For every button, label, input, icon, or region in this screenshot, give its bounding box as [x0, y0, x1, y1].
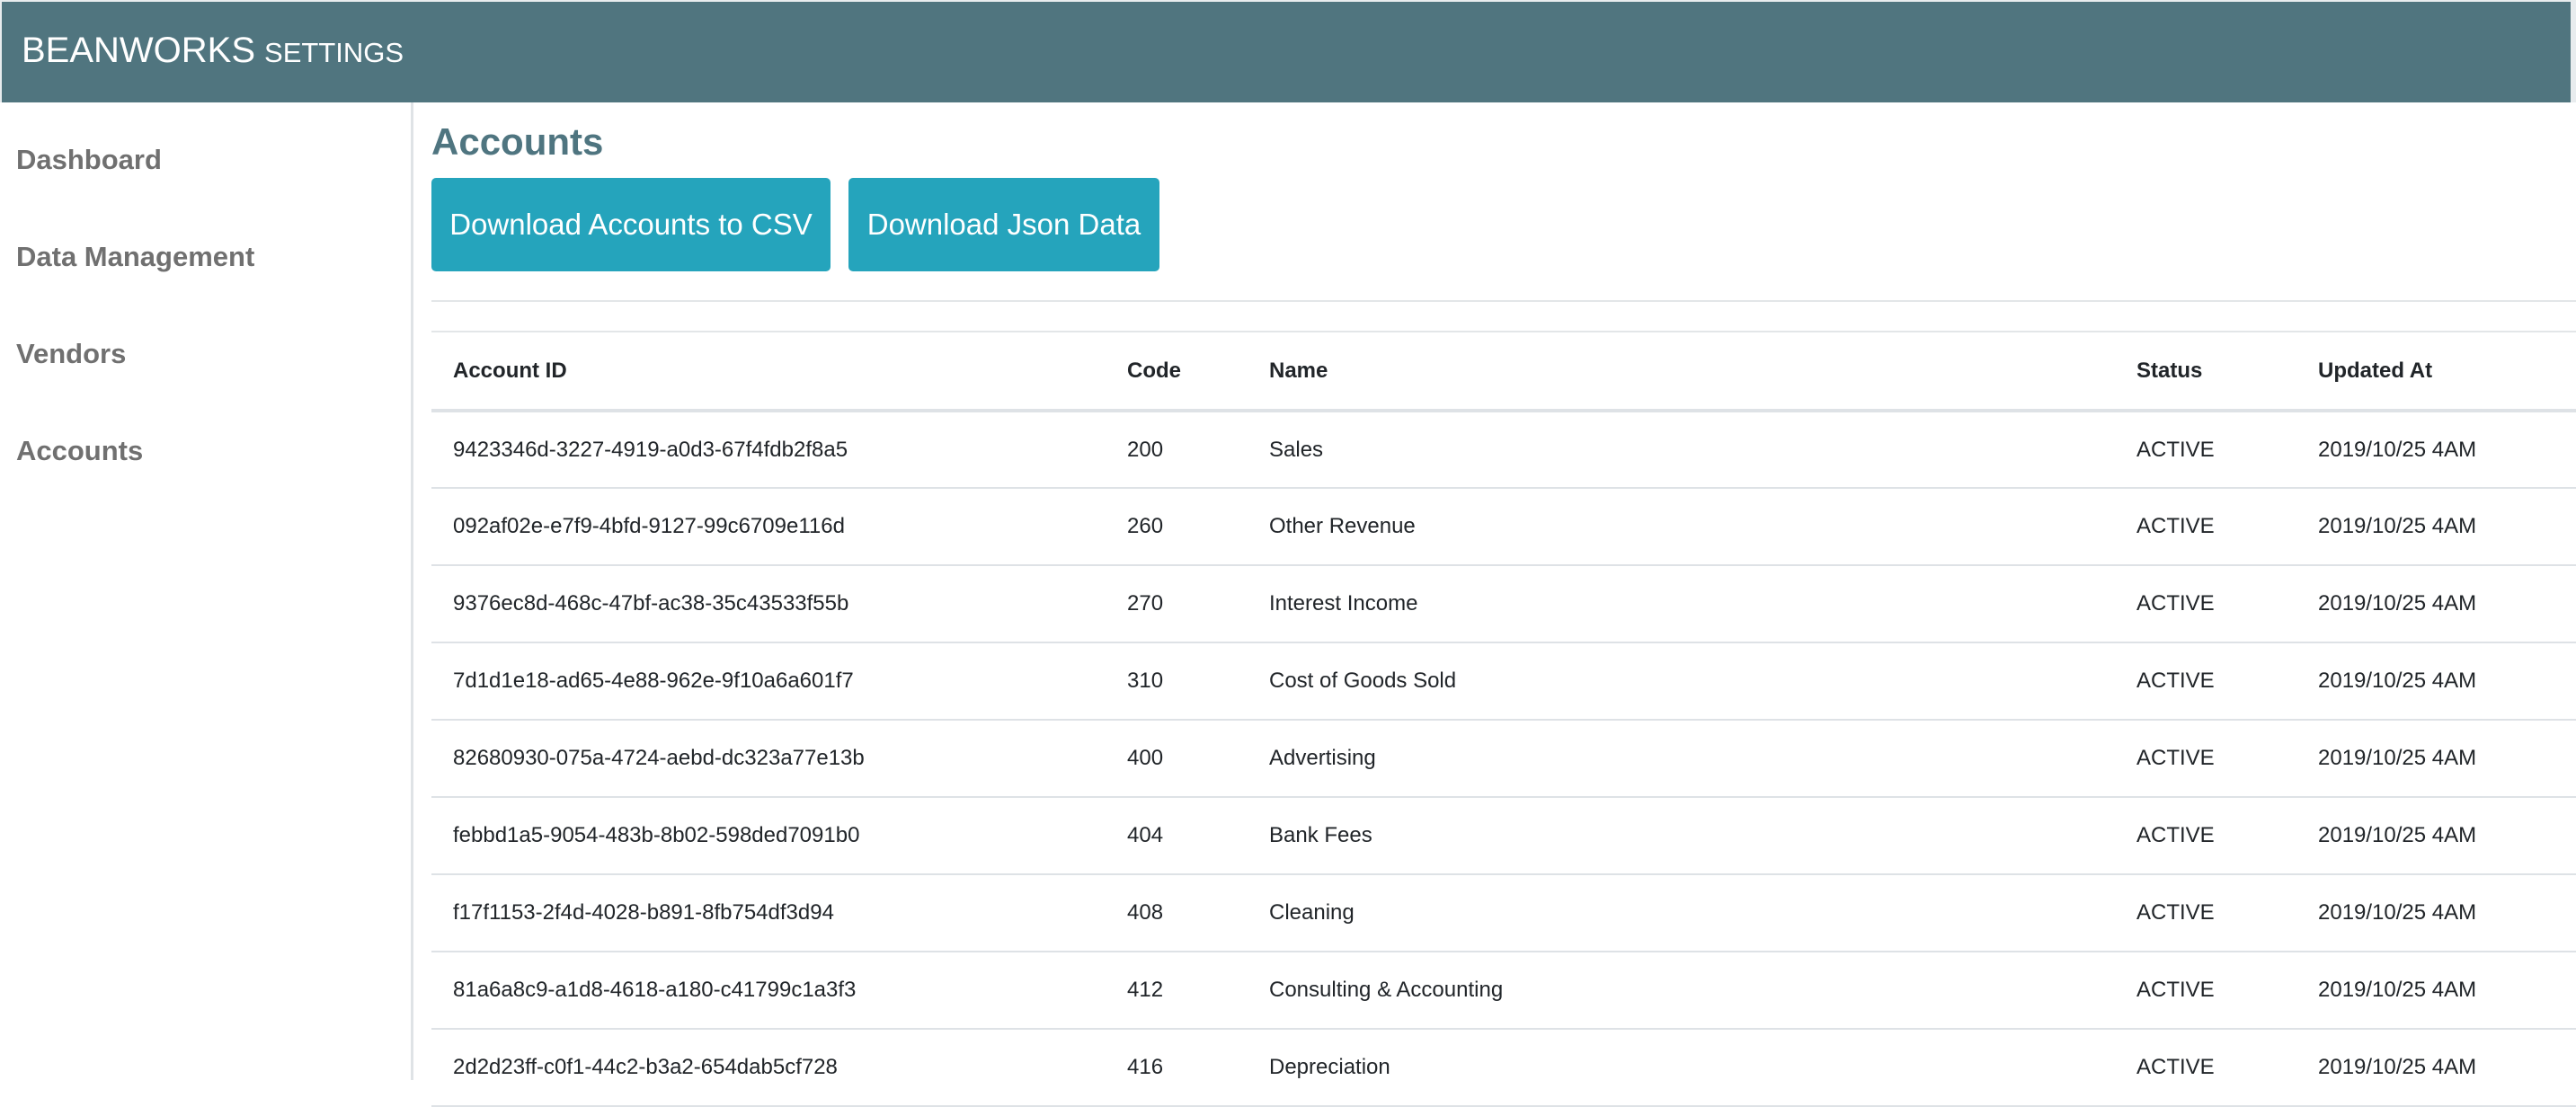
account-id-cell: f17f1153-2f4d-4028-b891-8fb754df3d94: [453, 900, 834, 925]
status-cell: ACTIVE: [2136, 978, 2215, 1002]
status-cell: ACTIVE: [2136, 746, 2215, 770]
table-row[interactable]: 81a6a8c9-a1d8-4618-a180-c41799c1a3f3 412 C…: [431, 952, 2576, 1029]
column-header-updated-at: Updated At: [2318, 358, 2433, 383]
code-cell: 412: [1127, 978, 1164, 1002]
table-header: Account ID Code Name Status Updated At: [431, 332, 2576, 411]
column-header-name: Name: [1269, 358, 1328, 383]
name-cell: Consulting & Accounting: [1269, 978, 1504, 1002]
updated-at-cell: 2019/10/25 4AM: [2318, 823, 2477, 847]
updated-at-cell: 2019/10/25 4AM: [2318, 978, 2477, 1002]
code-cell: 310: [1127, 669, 1164, 693]
table-row[interactable]: 092af02e-e7f9-4bfd-9127-99c6709e116d 260 O…: [431, 488, 2576, 565]
account-id-cell: 092af02e-e7f9-4bfd-9127-99c6709e116d: [453, 514, 845, 538]
column-header-code: Code: [1127, 358, 1181, 383]
updated-at-cell: 2019/10/25 4AM: [2318, 669, 2477, 693]
code-cell: 408: [1127, 900, 1164, 925]
table-body: 9423346d-3227-4919-a0d3-67f4fdb2f8a5 200 S…: [431, 411, 2576, 1106]
column-header-status: Status: [2136, 358, 2203, 383]
download-json-button[interactable]: Download Json Data: [848, 178, 1159, 271]
updated-at-cell: 2019/10/25 4AM: [2318, 746, 2477, 770]
download-csv-button[interactable]: Download Accounts to CSV: [431, 178, 831, 271]
updated-at-cell: 2019/10/25 4AM: [2318, 1055, 2477, 1079]
table-row[interactable]: 2d2d23ff-c0f1-44c2-b3a2-654dab5cf728 416 D…: [431, 1029, 2576, 1106]
account-id-cell: 9423346d-3227-4919-a0d3-67f4fdb2f8a5: [453, 437, 848, 462]
table-header-row: Account ID Code Name Status Updated At: [431, 332, 2576, 411]
code-cell: 260: [1127, 514, 1164, 538]
name-cell: Depreciation: [1269, 1055, 1390, 1079]
status-cell: ACTIVE: [2136, 514, 2215, 538]
name-cell: Bank Fees: [1269, 823, 1372, 847]
account-id-cell: febbd1a5-9054-483b-8b02-598ded7091b0: [453, 823, 860, 847]
status-cell: ACTIVE: [2136, 900, 2215, 925]
brand-name: BEANWORKS: [22, 31, 256, 70]
code-cell: 416: [1127, 1055, 1164, 1079]
table-row[interactable]: 7d1d1e18-ad65-4e88-962e-9f10a6a601f7 310 C…: [431, 642, 2576, 720]
sidebar-nav: Dashboard Data Management Vendors Accoun…: [0, 102, 413, 1080]
code-cell: 400: [1127, 746, 1164, 770]
updated-at-cell: 2019/10/25 4AM: [2318, 900, 2477, 925]
name-cell: Cost of Goods Sold: [1269, 669, 1457, 693]
brand-logo[interactable]: BEANWORKS SETTINGS: [22, 31, 404, 73]
code-cell: 404: [1127, 823, 1164, 847]
accounts-table: Account ID Code Name Status Updated At 9…: [431, 331, 2576, 1107]
name-cell: Other Revenue: [1269, 514, 1416, 538]
sidebar-item-dashboard[interactable]: Dashboard: [16, 144, 162, 176]
brand-subtitle: SETTINGS: [264, 37, 404, 68]
name-cell: Sales: [1269, 437, 1324, 462]
status-cell: ACTIVE: [2136, 437, 2215, 462]
updated-at-cell: 2019/10/25 4AM: [2318, 514, 2477, 538]
name-cell: Interest Income: [1269, 591, 1418, 615]
status-cell: ACTIVE: [2136, 669, 2215, 693]
name-cell: Advertising: [1269, 746, 1376, 770]
account-id-cell: 9376ec8d-468c-47bf-ac38-35c43533f55b: [453, 591, 849, 615]
divider: [431, 300, 2576, 302]
updated-at-cell: 2019/10/25 4AM: [2318, 591, 2477, 615]
name-cell: Cleaning: [1269, 900, 1355, 925]
sidebar-item-accounts[interactable]: Accounts: [16, 435, 143, 467]
sidebar-item-data-management[interactable]: Data Management: [16, 241, 254, 273]
sidebar-item-vendors[interactable]: Vendors: [16, 338, 126, 370]
table-row[interactable]: febbd1a5-9054-483b-8b02-598ded7091b0 404 B…: [431, 797, 2576, 874]
status-cell: ACTIVE: [2136, 1055, 2215, 1079]
account-id-cell: 2d2d23ff-c0f1-44c2-b3a2-654dab5cf728: [453, 1055, 838, 1079]
page-title: Accounts: [431, 120, 604, 163]
main-content: Accounts Download Accounts to CSV Downlo…: [431, 102, 2576, 1106]
column-header-account-id: Account ID: [453, 358, 567, 383]
code-cell: 200: [1127, 437, 1164, 462]
table-row[interactable]: f17f1153-2f4d-4028-b891-8fb754df3d94 408 C…: [431, 874, 2576, 952]
account-id-cell: 81a6a8c9-a1d8-4618-a180-c41799c1a3f3: [453, 978, 857, 1002]
code-cell: 270: [1127, 591, 1164, 615]
table-row[interactable]: 82680930-075a-4724-aebd-dc323a77e13b 400 A…: [431, 720, 2576, 797]
account-id-cell: 82680930-075a-4724-aebd-dc323a77e13b: [453, 746, 865, 770]
status-cell: ACTIVE: [2136, 823, 2215, 847]
table-row[interactable]: 9376ec8d-468c-47bf-ac38-35c43533f55b 270 I…: [431, 565, 2576, 642]
account-id-cell: 7d1d1e18-ad65-4e88-962e-9f10a6a601f7: [453, 669, 854, 693]
top-header-bar: BEANWORKS SETTINGS: [0, 0, 2576, 102]
updated-at-cell: 2019/10/25 4AM: [2318, 437, 2477, 462]
status-cell: ACTIVE: [2136, 591, 2215, 615]
table-row[interactable]: 9423346d-3227-4919-a0d3-67f4fdb2f8a5 200 S…: [431, 411, 2576, 488]
